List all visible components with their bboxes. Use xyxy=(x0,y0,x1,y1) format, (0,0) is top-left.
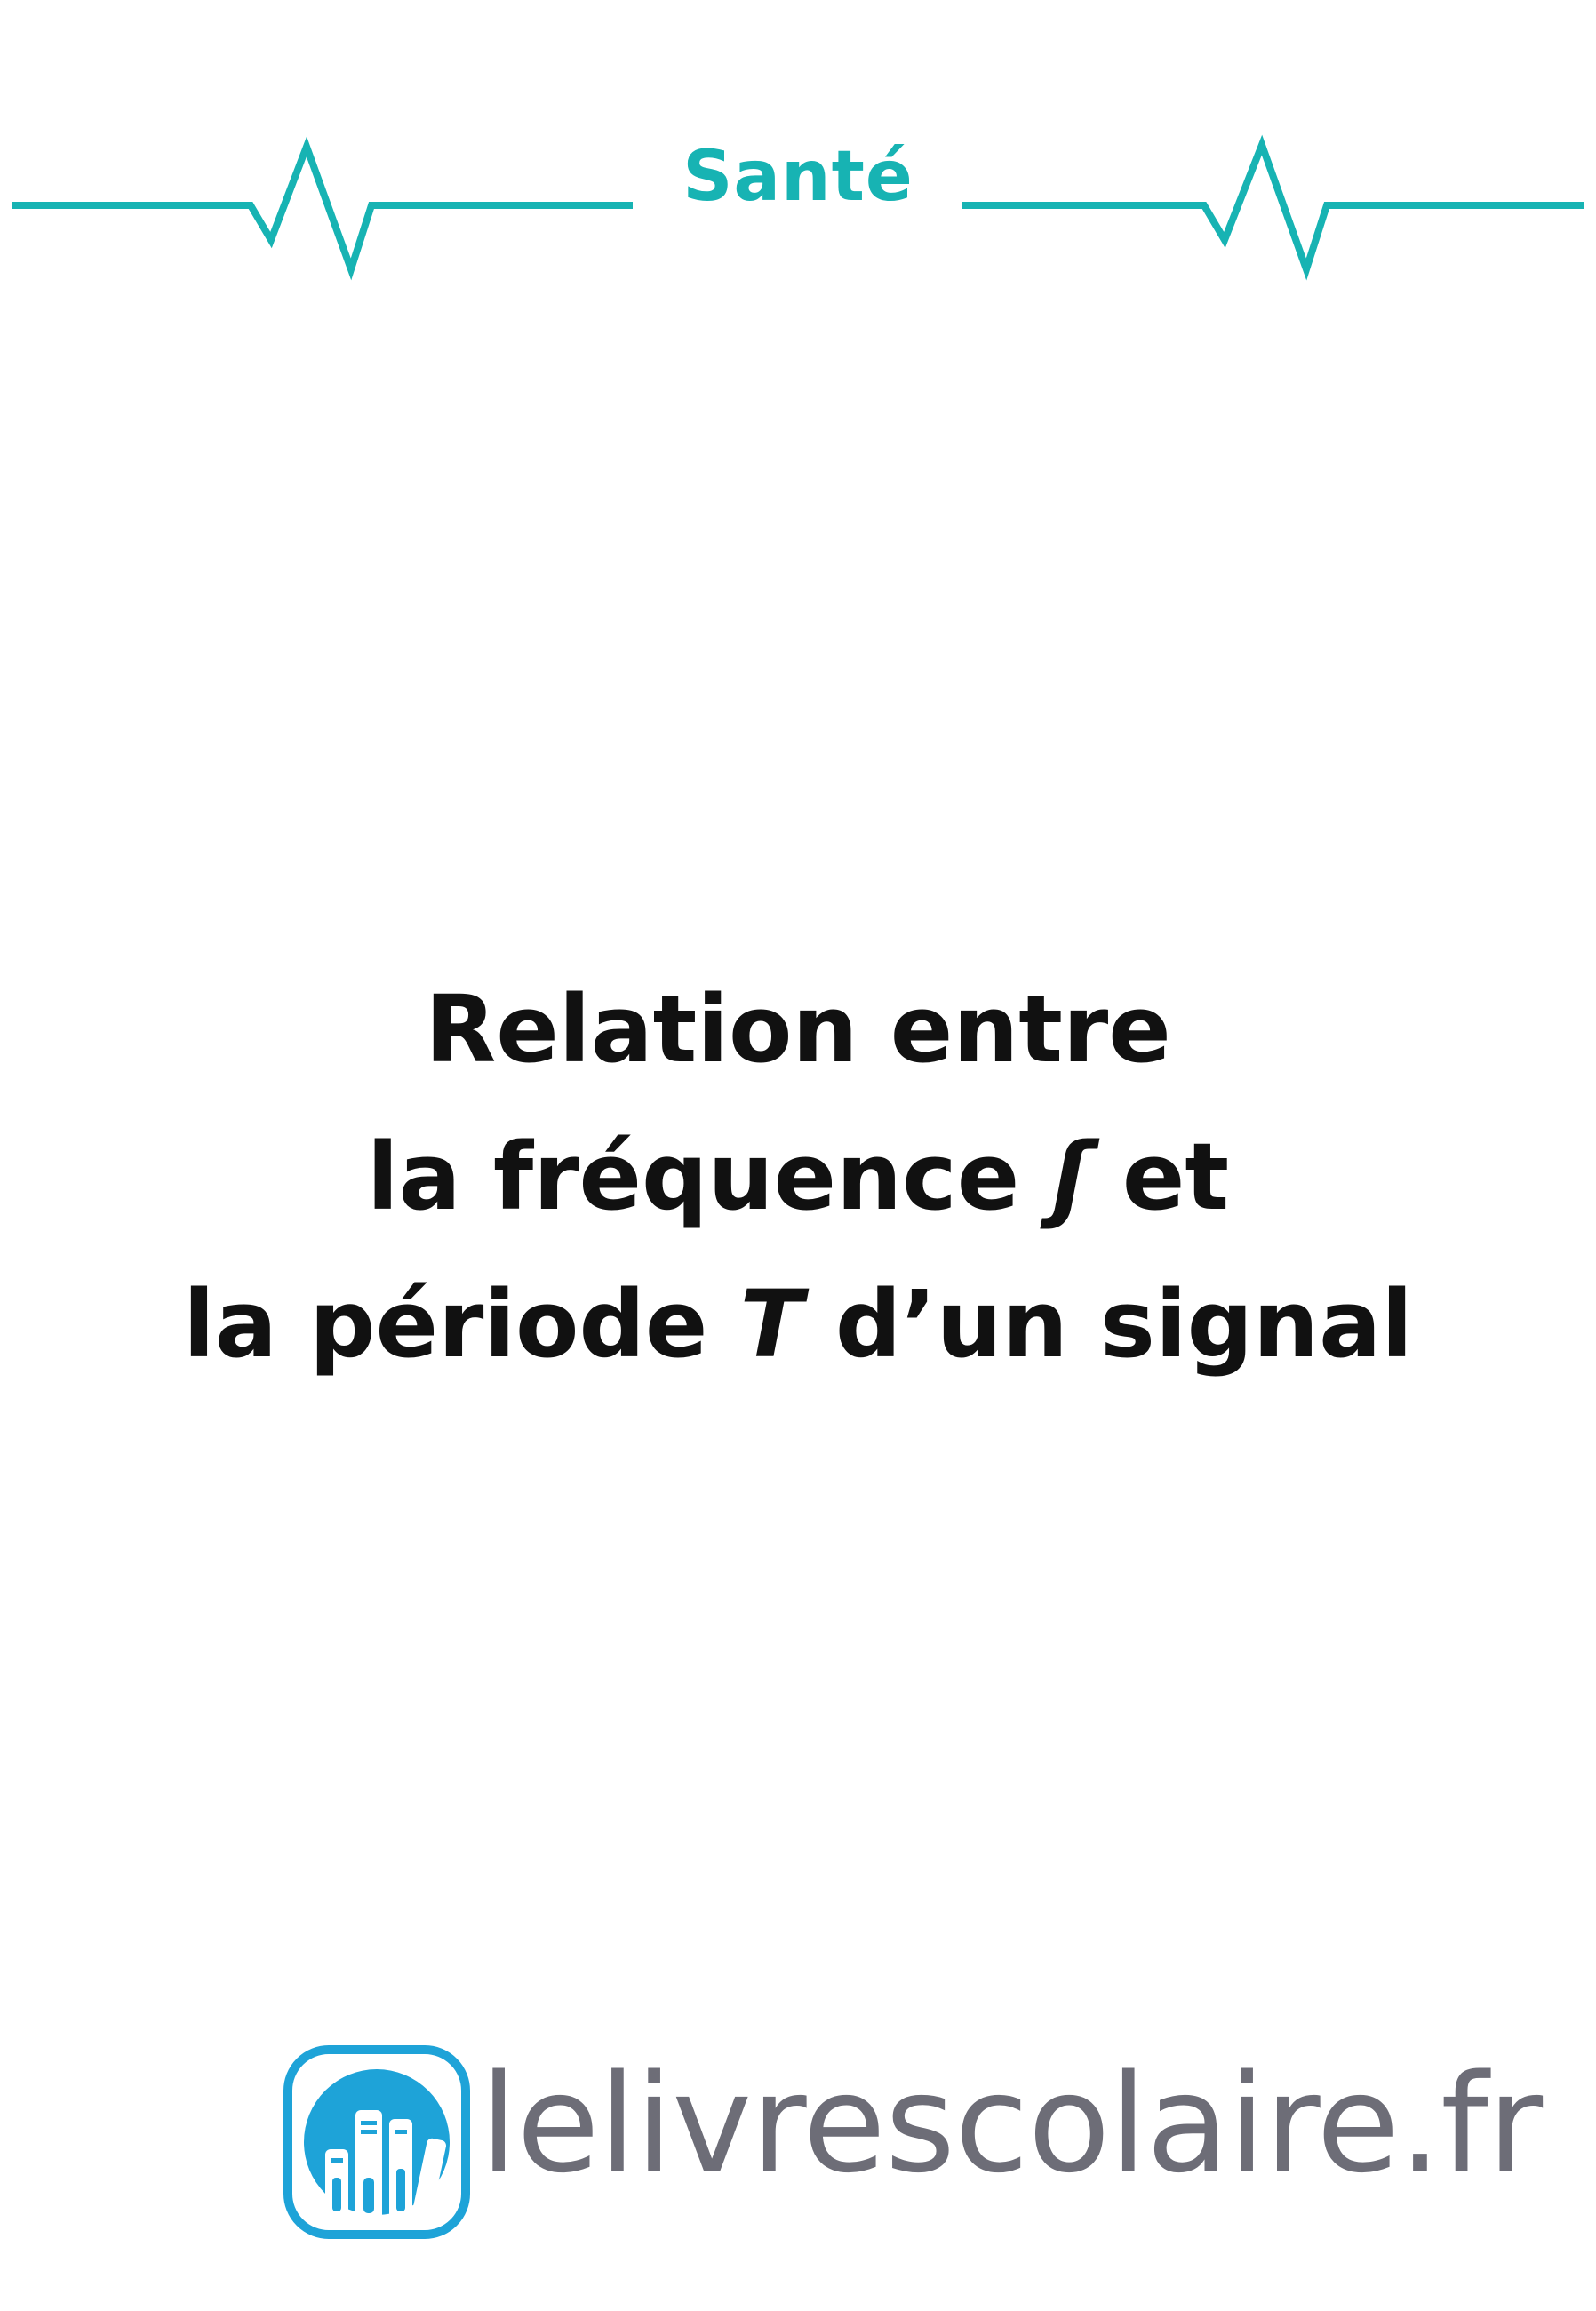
title-line-2-text: la fréquence xyxy=(366,1123,1052,1231)
page-title: Relation entre la fréquence ʃ et la péri… xyxy=(0,956,1596,1398)
title-line-1: Relation entre xyxy=(425,975,1171,1084)
title-line-2: la fréquence ʃ et xyxy=(0,1103,1596,1251)
logo-text: lelivrescolaire.fr xyxy=(480,2045,1543,2203)
title-line-3-start: la période xyxy=(183,1270,740,1379)
frequency-symbol: ʃ xyxy=(1051,1123,1090,1231)
period-symbol: T xyxy=(739,1270,803,1379)
brand-logo: lelivrescolaire.fr xyxy=(283,2044,1543,2240)
title-line-2-end: et xyxy=(1089,1123,1230,1231)
title-line-3-end: d’un signal xyxy=(802,1270,1413,1379)
books-logo-icon xyxy=(283,2045,470,2239)
title-line-3: la période T d’un signal xyxy=(0,1251,1596,1398)
section-label: Santé xyxy=(682,137,914,217)
